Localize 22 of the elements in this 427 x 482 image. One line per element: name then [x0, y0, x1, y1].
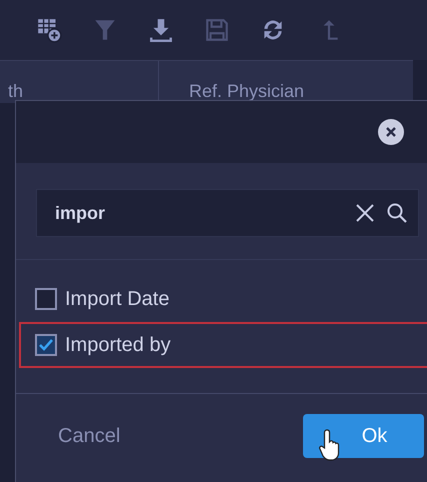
checkbox[interactable] — [35, 288, 57, 310]
column-option[interactable]: Imported by — [19, 322, 427, 368]
search-field[interactable]: impor — [36, 189, 419, 237]
search-input[interactable]: impor — [53, 202, 344, 224]
save-icon — [204, 17, 230, 43]
column-header[interactable]: Ref. Physician — [159, 61, 304, 103]
column-option[interactable]: Import Date — [19, 276, 427, 322]
download-icon — [148, 17, 174, 43]
clear-button[interactable] — [354, 202, 376, 224]
download-button[interactable] — [148, 17, 174, 43]
table-add-icon — [36, 17, 62, 43]
clear-icon — [354, 202, 376, 224]
table-add-button[interactable] — [36, 17, 62, 43]
checkmark-icon — [38, 338, 54, 352]
option-label: Import Date — [65, 288, 170, 310]
cancel-button[interactable]: Cancel — [58, 414, 120, 458]
search-button[interactable] — [386, 202, 408, 224]
search-icon — [386, 202, 408, 224]
close-button[interactable] — [378, 119, 404, 145]
close-icon — [385, 126, 397, 138]
option-label: Imported by — [65, 334, 171, 356]
checkbox[interactable] — [35, 334, 57, 356]
